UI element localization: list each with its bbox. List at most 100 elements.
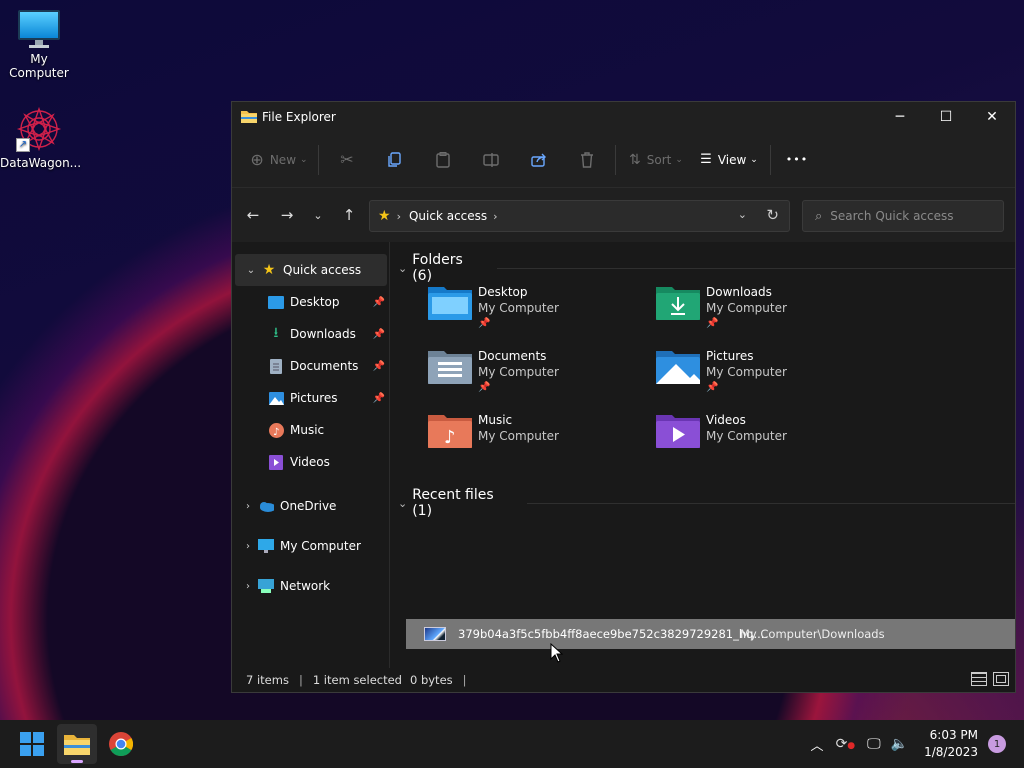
folder-tile-desktop[interactable]: Desktop My Computer 📌 xyxy=(428,284,559,332)
rename-button[interactable] xyxy=(467,144,515,176)
taskbar-file-explorer[interactable] xyxy=(57,724,97,764)
sort-button[interactable]: ⇅ Sort ⌄ xyxy=(620,144,692,176)
document-icon xyxy=(268,358,284,374)
sidebar-item-desktop[interactable]: Desktop 📌 xyxy=(232,286,389,318)
clock-time: 6:03 PM xyxy=(929,728,978,742)
downloads-folder-icon xyxy=(656,284,700,324)
sync-icon[interactable]: ⟳● xyxy=(836,736,856,752)
chevron-down-icon: ⌄ xyxy=(398,261,408,275)
share-button[interactable] xyxy=(515,144,563,176)
pin-icon: 📌 xyxy=(706,318,719,329)
sidebar-item-quick-access[interactable]: ⌄ ★ Quick access xyxy=(235,254,387,286)
sidebar-item-documents[interactable]: Documents 📌 xyxy=(232,350,389,382)
chevron-down-icon[interactable]: ⌄ xyxy=(241,265,261,276)
search-box[interactable]: ⌕ xyxy=(802,200,1004,232)
delete-button[interactable] xyxy=(563,144,611,176)
copy-button[interactable] xyxy=(371,144,419,176)
address-bar[interactable]: ★ › Quick access › ⌄ ↻ xyxy=(369,200,790,232)
status-item-count: 7 items xyxy=(246,673,289,687)
sidebar-item-music[interactable]: ♪ Music xyxy=(232,414,389,446)
folder-tile-videos[interactable]: Videos My Computer xyxy=(656,412,787,452)
toolbar-divider xyxy=(770,144,771,175)
trash-icon xyxy=(581,151,593,168)
sidebar-item-label: Videos xyxy=(290,455,330,469)
sidebar-item-network[interactable]: › Network xyxy=(232,566,389,606)
folder-tile-downloads[interactable]: Downloads My Computer 📌 xyxy=(656,284,787,332)
back-arrow-icon[interactable]: ← xyxy=(236,200,270,230)
view-button[interactable]: ☰ View ⌄ xyxy=(692,144,766,176)
sidebar-item-downloads[interactable]: ⭳ Downloads 📌 xyxy=(232,318,389,350)
download-icon: ⭳ xyxy=(273,325,279,341)
new-button[interactable]: ⊕ New ⌄ xyxy=(244,144,314,176)
title-bar[interactable]: File Explorer ─ ☐ ✕ xyxy=(232,102,1015,132)
rename-icon xyxy=(483,152,499,167)
sidebar-item-videos[interactable]: Videos xyxy=(232,446,389,478)
shortcut-arrow-icon: ↗ xyxy=(16,138,30,152)
folder-location: My Computer xyxy=(706,301,787,315)
desktop-icon-datawagon[interactable]: ↗ DataWagon... xyxy=(0,106,82,170)
network-icon xyxy=(258,578,274,594)
sidebar-item-label: Desktop xyxy=(290,295,340,309)
sidebar-item-label: Documents xyxy=(290,359,359,373)
notification-badge[interactable]: 1 xyxy=(988,735,1006,753)
folder-tile-music[interactable]: ♪ Music My Computer xyxy=(428,412,559,452)
chevron-right-icon[interactable]: › xyxy=(238,581,258,592)
monitor-icon xyxy=(258,538,274,554)
chevron-right-icon[interactable]: › xyxy=(238,501,258,512)
forward-arrow-icon[interactable]: → xyxy=(270,200,304,230)
folder-name: Downloads xyxy=(706,285,772,299)
recent-file-row[interactable]: 379b04a3f5c5fbb4ff8aece9be752c3829729281… xyxy=(406,619,1015,649)
folders-section-header[interactable]: ⌄ Folders (6) xyxy=(398,252,1015,284)
recent-file-location: My Computer\Downloads xyxy=(740,627,885,641)
refresh-icon[interactable]: ↻ xyxy=(766,206,779,224)
pin-icon: 📌 xyxy=(478,382,491,393)
star-icon: ★ xyxy=(378,208,391,224)
chevron-right-icon[interactable]: › xyxy=(238,541,258,552)
network-monitor-icon[interactable]: 🖵 xyxy=(867,736,881,752)
file-explorer-window: File Explorer ─ ☐ ✕ ⊕ New ⌄ ✂ ⇅ Sort ⌄ ☰… xyxy=(231,101,1016,693)
more-options-button[interactable]: ••• xyxy=(775,144,819,176)
view-list-icon: ☰ xyxy=(700,152,712,167)
up-arrow-icon[interactable]: ↑ xyxy=(332,200,366,230)
cut-button[interactable]: ✂ xyxy=(323,144,371,176)
recent-header-label: Recent files (1) xyxy=(412,487,494,519)
details-view-icon[interactable] xyxy=(971,672,987,686)
folder-app-icon xyxy=(64,735,90,755)
sidebar-item-label: My Computer xyxy=(280,539,361,553)
start-button[interactable] xyxy=(12,724,52,764)
content-pane: ⌄ Folders (6) Desktop My Computer 📌 Downlo… xyxy=(390,242,1015,668)
sidebar-item-pictures[interactable]: Pictures 📌 xyxy=(232,382,389,414)
system-tray: ︿ ⟳● 🖵 🔈 6:03 PM 1/8/2023 1 xyxy=(811,720,1024,768)
minimize-button[interactable]: ─ xyxy=(877,102,923,132)
pin-icon: 📌 xyxy=(706,382,719,393)
address-dropdown-icon[interactable]: ⌄ xyxy=(738,208,747,221)
monitor-icon xyxy=(18,10,60,48)
chrome-icon xyxy=(109,732,133,756)
taskbar-chrome[interactable] xyxy=(101,724,141,764)
desktop-icon-my-computer[interactable]: My Computer xyxy=(0,10,78,80)
breadcrumb-quick-access[interactable]: Quick access xyxy=(409,209,487,223)
recent-files-section-header[interactable]: ⌄ Recent files (1) xyxy=(398,487,1015,519)
volume-icon[interactable]: 🔈 xyxy=(891,736,908,752)
folder-tile-pictures[interactable]: Pictures My Computer 📌 xyxy=(656,348,787,396)
tiles-view-icon[interactable] xyxy=(993,672,1009,686)
chevron-right-icon[interactable]: › xyxy=(493,210,497,223)
clock[interactable]: 6:03 PM 1/8/2023 xyxy=(924,727,978,761)
paste-button[interactable] xyxy=(419,144,467,176)
windows-logo-icon xyxy=(20,732,44,756)
close-button[interactable]: ✕ xyxy=(969,102,1015,132)
chevron-down-icon: ⌄ xyxy=(675,154,683,165)
sidebar-item-onedrive[interactable]: › OneDrive xyxy=(232,486,389,526)
sidebar-item-my-computer[interactable]: › My Computer xyxy=(232,526,389,566)
pin-icon: 📌 xyxy=(478,318,491,329)
folder-tile-documents[interactable]: Documents My Computer 📌 xyxy=(428,348,559,396)
chevron-up-icon[interactable]: ︿ xyxy=(811,735,824,754)
maximize-button[interactable]: ☐ xyxy=(923,102,969,132)
svg-text:♪: ♪ xyxy=(273,427,279,438)
recent-locations-chevron-icon[interactable]: ⌄ xyxy=(304,200,332,230)
sort-icon: ⇅ xyxy=(629,151,641,168)
search-input[interactable] xyxy=(830,209,981,223)
desktop-icon-label: DataWagon... xyxy=(0,156,82,170)
chevron-down-icon: ⌄ xyxy=(398,496,408,510)
folder-location: My Computer xyxy=(478,429,559,443)
